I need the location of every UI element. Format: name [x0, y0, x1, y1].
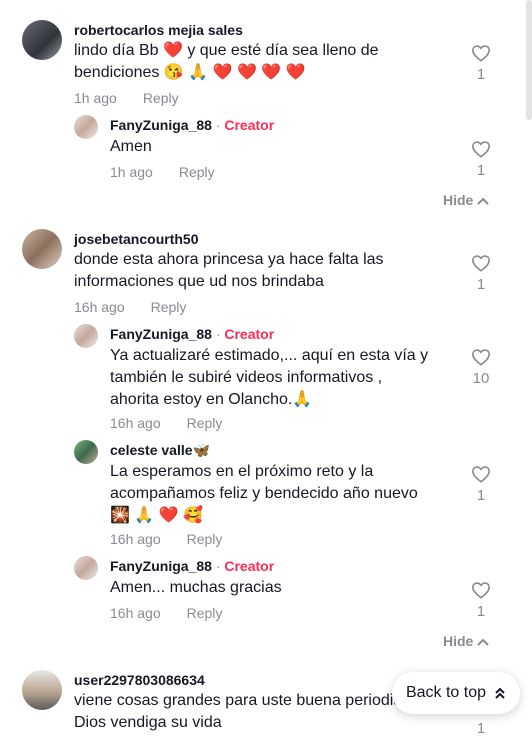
like-count: 1	[476, 276, 486, 293]
reply-meta: 16h ago Reply	[110, 531, 222, 547]
back-to-top-button[interactable]: Back to top	[392, 672, 520, 714]
comment-text: lindo día Bb ❤️ y que esté día sea lleno…	[74, 42, 379, 81]
comment-username[interactable]: robertocarlos mejia sales	[74, 22, 243, 38]
avatar[interactable]	[22, 229, 62, 269]
creator-badge: Creator	[224, 326, 275, 342]
comment-text: viene cosas grandes para uste buena peri…	[74, 692, 404, 709]
reply-username[interactable]: FanyZuniga_88 · Creator	[110, 558, 274, 574]
reply-button[interactable]: Reply	[143, 90, 179, 106]
avatar[interactable]	[22, 20, 62, 60]
avatar[interactable]	[74, 115, 98, 139]
reply-time: 1h ago	[110, 164, 153, 180]
avatar[interactable]	[74, 440, 98, 464]
like-button[interactable]: 1	[461, 465, 501, 504]
like-button[interactable]: 1	[461, 254, 501, 293]
separator: ·	[215, 558, 221, 574]
like-count: 1	[476, 162, 486, 179]
like-button[interactable]: 1	[461, 44, 501, 83]
reply-time: 16h ago	[110, 605, 161, 621]
comment-time: 1h ago	[74, 90, 117, 106]
comment-meta: 16h ago Reply	[74, 299, 186, 315]
comment-text-line2: Dios vendiga su vida	[74, 714, 222, 731]
separator: ·	[215, 326, 221, 342]
reply-text: Amen	[110, 138, 152, 155]
avatar[interactable]	[22, 670, 62, 710]
reply-username[interactable]: celeste valle🦋	[110, 442, 210, 459]
reply-username-text[interactable]: FanyZuniga_88	[110, 117, 212, 133]
reply-username-text[interactable]: FanyZuniga_88	[110, 558, 212, 574]
reply-meta: 16h ago Reply	[110, 605, 222, 621]
heart-outline-icon	[471, 582, 491, 599]
hide-label: Hide	[443, 633, 474, 649]
reply-button[interactable]: Reply	[187, 415, 223, 431]
double-chevron-up-icon	[495, 687, 505, 699]
hide-replies-button[interactable]: Hide	[443, 192, 490, 208]
back-to-top-label: Back to top	[405, 684, 487, 701]
chevron-up-icon	[477, 197, 490, 206]
heart-outline-icon	[471, 349, 491, 366]
reply-text: Ya actualizaré estimado,... aquí en esta…	[110, 347, 429, 408]
reply-meta: 16h ago Reply	[110, 415, 222, 431]
reply-button[interactable]: Reply	[187, 531, 223, 547]
heart-outline-icon	[471, 45, 491, 62]
reply-text: La esperamos en el próximo reto y la aco…	[110, 463, 418, 524]
like-count: 10	[472, 370, 490, 387]
like-button[interactable]: 1	[461, 716, 501, 737]
like-count: 1	[476, 66, 486, 83]
like-count: 1	[476, 603, 486, 620]
heart-outline-icon	[471, 255, 491, 272]
like-count: 1	[476, 720, 486, 737]
comment-time: 16h ago	[74, 299, 125, 315]
reply-time: 16h ago	[110, 415, 161, 431]
reply-username-text[interactable]: FanyZuniga_88	[110, 326, 212, 342]
heart-outline-icon	[471, 466, 491, 483]
chevron-up-icon	[477, 638, 490, 647]
comment-meta: 1h ago Reply	[74, 90, 179, 106]
reply-meta: 1h ago Reply	[110, 164, 215, 180]
like-button[interactable]: 10	[461, 348, 501, 387]
reply-button[interactable]: Reply	[151, 299, 187, 315]
creator-badge: Creator	[224, 117, 275, 133]
hide-label: Hide	[443, 192, 474, 208]
heart-outline-icon	[471, 141, 491, 158]
like-button[interactable]: 1	[461, 140, 501, 179]
reply-button[interactable]: Reply	[179, 164, 215, 180]
reply-text: Amen... muchas gracias	[110, 579, 282, 596]
reply-username[interactable]: FanyZuniga_88 · Creator	[110, 117, 274, 133]
comment-text: donde esta ahora princesa ya hace falta …	[74, 251, 384, 290]
reply-time: 16h ago	[110, 531, 161, 547]
avatar[interactable]	[74, 556, 98, 580]
comment-username[interactable]: user2297803086634	[74, 672, 205, 688]
reply-button[interactable]: Reply	[187, 605, 223, 621]
like-button[interactable]: 1	[461, 581, 501, 620]
hide-replies-button[interactable]: Hide	[443, 633, 490, 649]
like-count: 1	[476, 487, 486, 504]
avatar[interactable]	[74, 324, 98, 348]
creator-badge: Creator	[224, 558, 275, 574]
separator: ·	[215, 117, 221, 133]
scrollbar[interactable]	[526, 0, 532, 120]
comment-username[interactable]: josebetancourth50	[74, 231, 198, 247]
reply-username[interactable]: FanyZuniga_88 · Creator	[110, 326, 274, 342]
